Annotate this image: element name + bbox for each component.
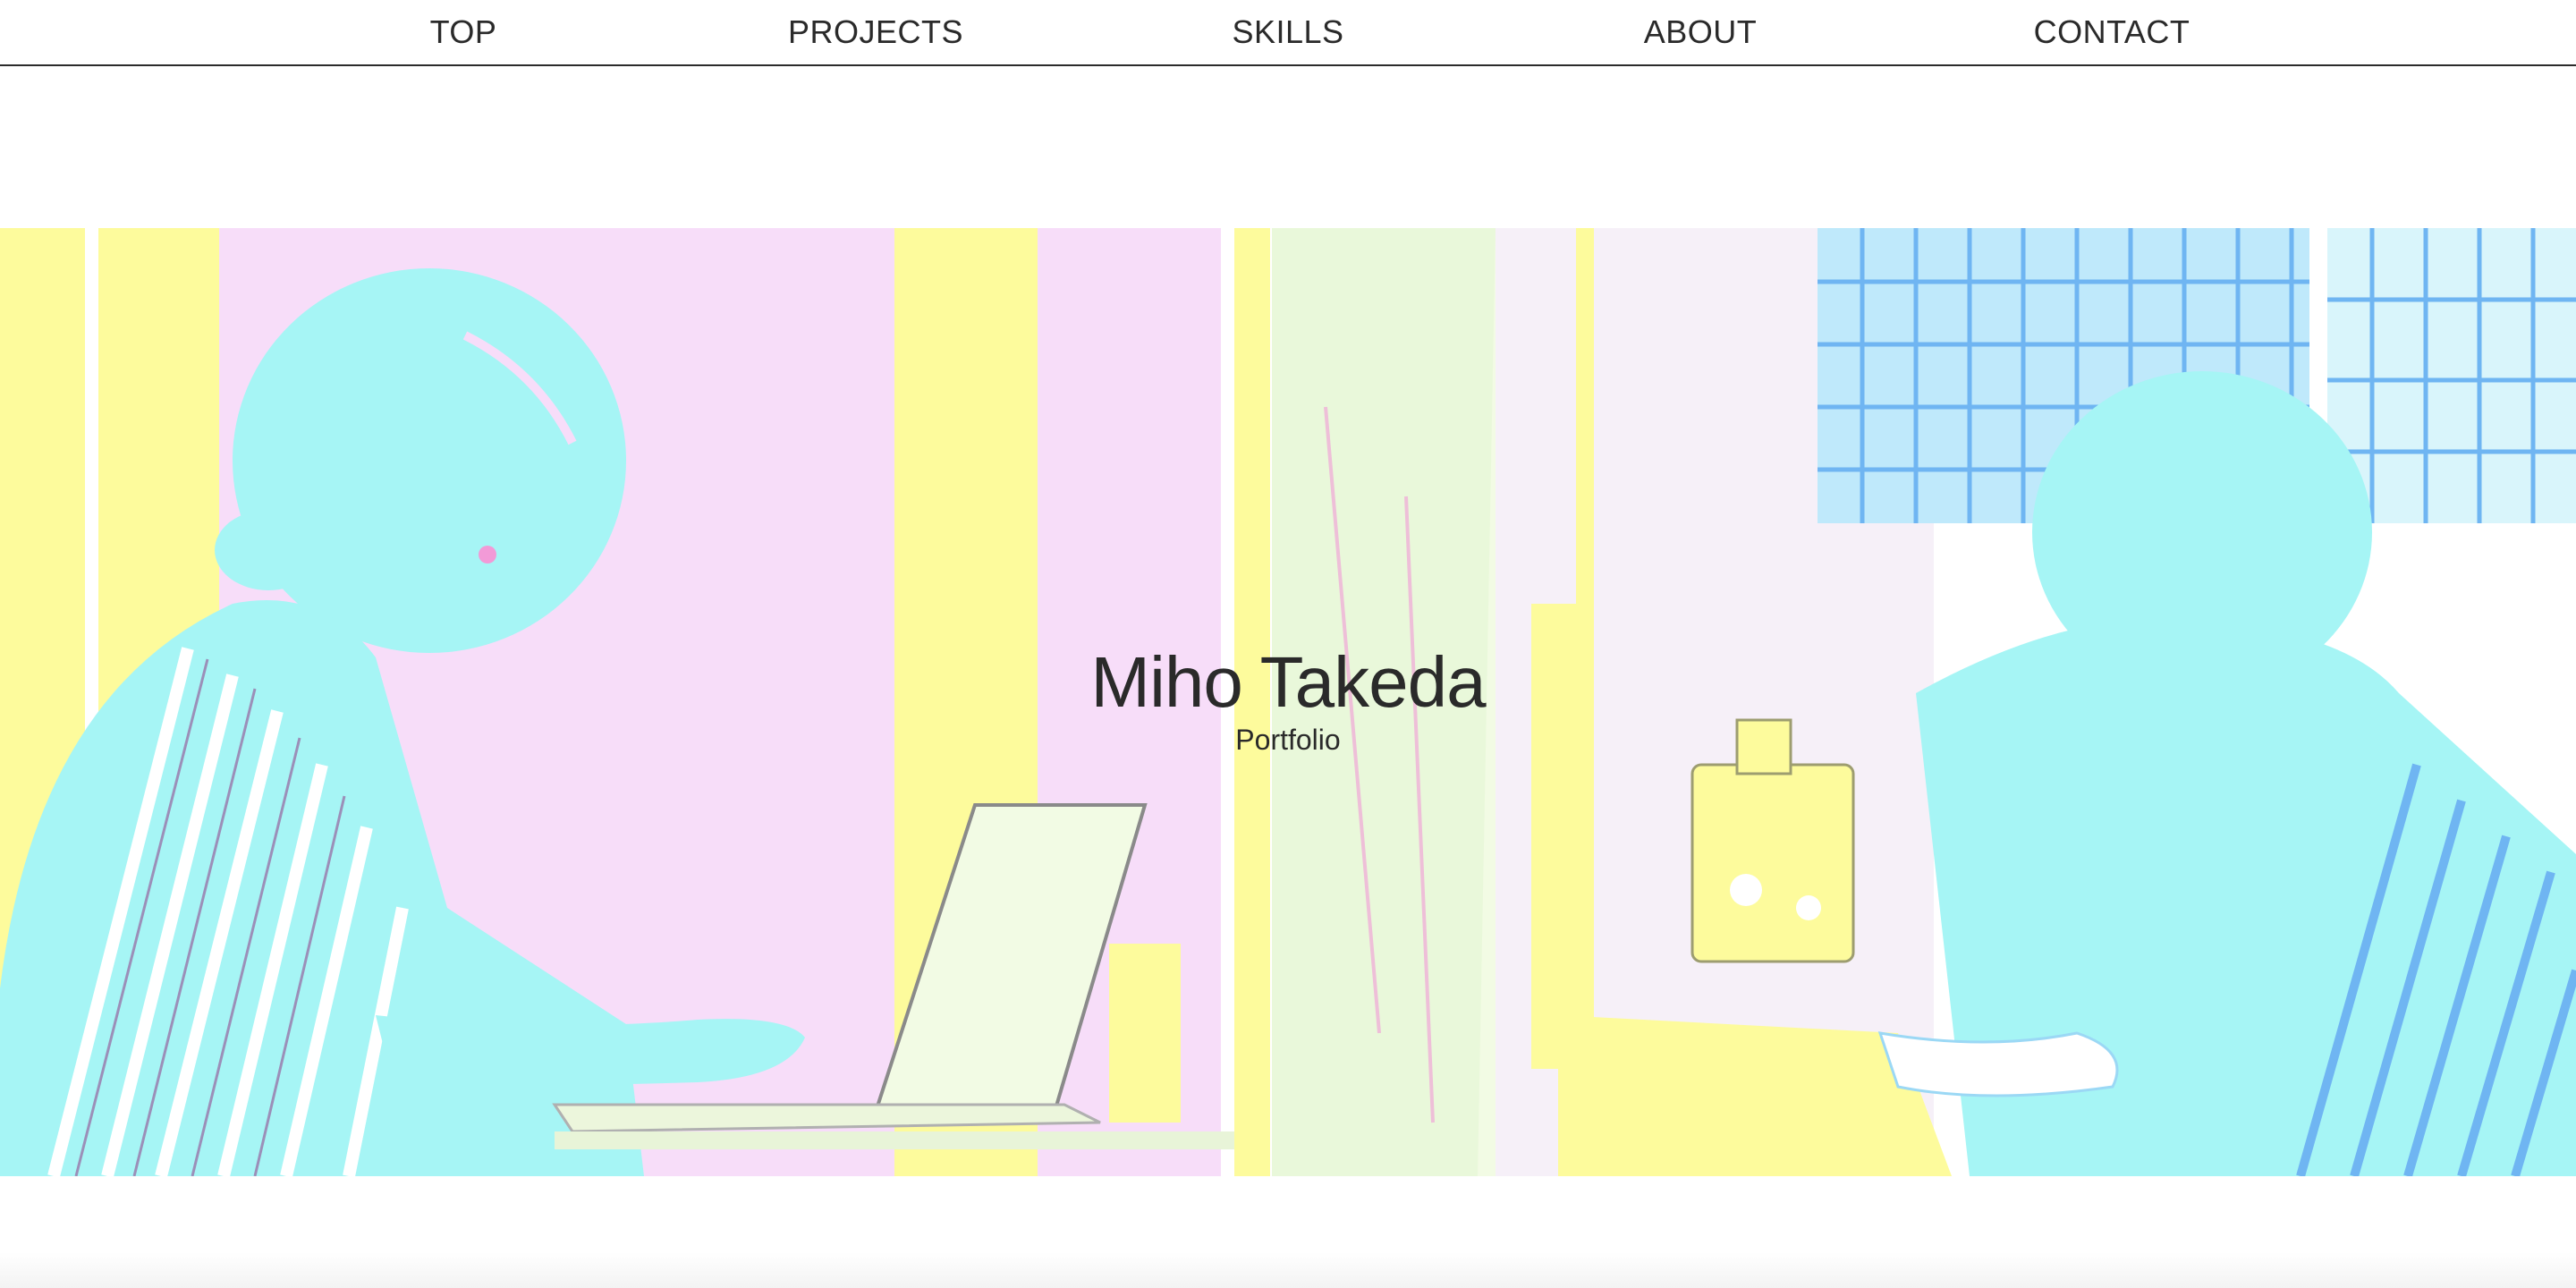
hero-name: Miho Takeda	[1090, 642, 1486, 722]
hero-banner: Miho Takeda Portfolio	[0, 228, 2576, 1176]
photo-illustration-laptop	[0, 268, 1234, 1176]
hero-photo-woman-at-laptop	[0, 228, 1270, 1176]
nav-link-projects[interactable]: PROJECTS	[788, 13, 963, 52]
nav-link-top[interactable]: TOP	[430, 13, 497, 52]
nav-link-skills[interactable]: SKILLS	[1232, 13, 1343, 52]
top-navigation: TOP PROJECTS SKILLS ABOUT CONTACT	[0, 0, 2576, 66]
nav-link-contact[interactable]: CONTACT	[2034, 13, 2190, 52]
nav-link-about[interactable]: ABOUT	[1644, 13, 1758, 52]
hero-subtitle: Portfolio	[1235, 724, 1341, 756]
page-bottom-shadow	[0, 1252, 2576, 1288]
